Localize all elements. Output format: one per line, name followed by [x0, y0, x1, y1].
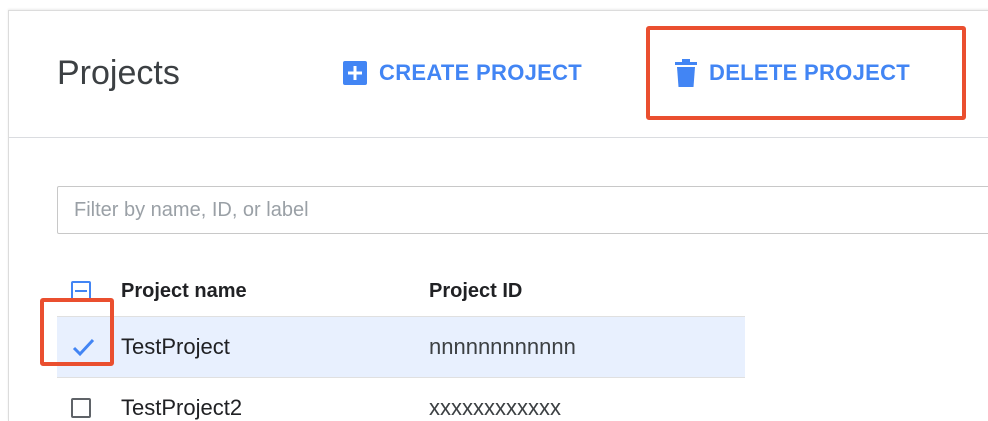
- delete-highlight-box: [646, 26, 966, 120]
- screenshot-frame: Projects CREATE PROJECT DELETE PROJECT F…: [0, 0, 988, 421]
- projects-table: Project name Project ID TestProject nnnn…: [57, 266, 745, 421]
- projects-panel: Projects CREATE PROJECT DELETE PROJECT F…: [8, 10, 988, 421]
- project-id-cell: xxxxxxxxxxxx: [429, 395, 561, 420]
- row-checkbox[interactable]: [71, 398, 91, 418]
- create-project-label: CREATE PROJECT: [379, 60, 583, 85]
- create-project-button[interactable]: CREATE PROJECT: [343, 53, 582, 93]
- column-header-project-name[interactable]: Project name: [121, 280, 429, 303]
- table-row[interactable]: TestProject nnnnnnnnnnnn: [57, 317, 745, 378]
- project-name-cell: TestProject2: [121, 395, 243, 420]
- project-name-cell: TestProject: [121, 334, 230, 359]
- filter-input[interactable]: [57, 186, 988, 234]
- page-header: Projects CREATE PROJECT DELETE PROJECT: [9, 11, 988, 138]
- page-title: Projects: [57, 54, 180, 92]
- project-id-cell: nnnnnnnnnnnn: [429, 334, 576, 359]
- table-header-row: Project name Project ID: [57, 266, 745, 317]
- plus-box-icon: [343, 61, 367, 85]
- column-header-project-id[interactable]: Project ID: [429, 280, 522, 303]
- table-row[interactable]: TestProject2 xxxxxxxxxxxx: [57, 378, 745, 421]
- checkbox-highlight-box: [40, 298, 114, 366]
